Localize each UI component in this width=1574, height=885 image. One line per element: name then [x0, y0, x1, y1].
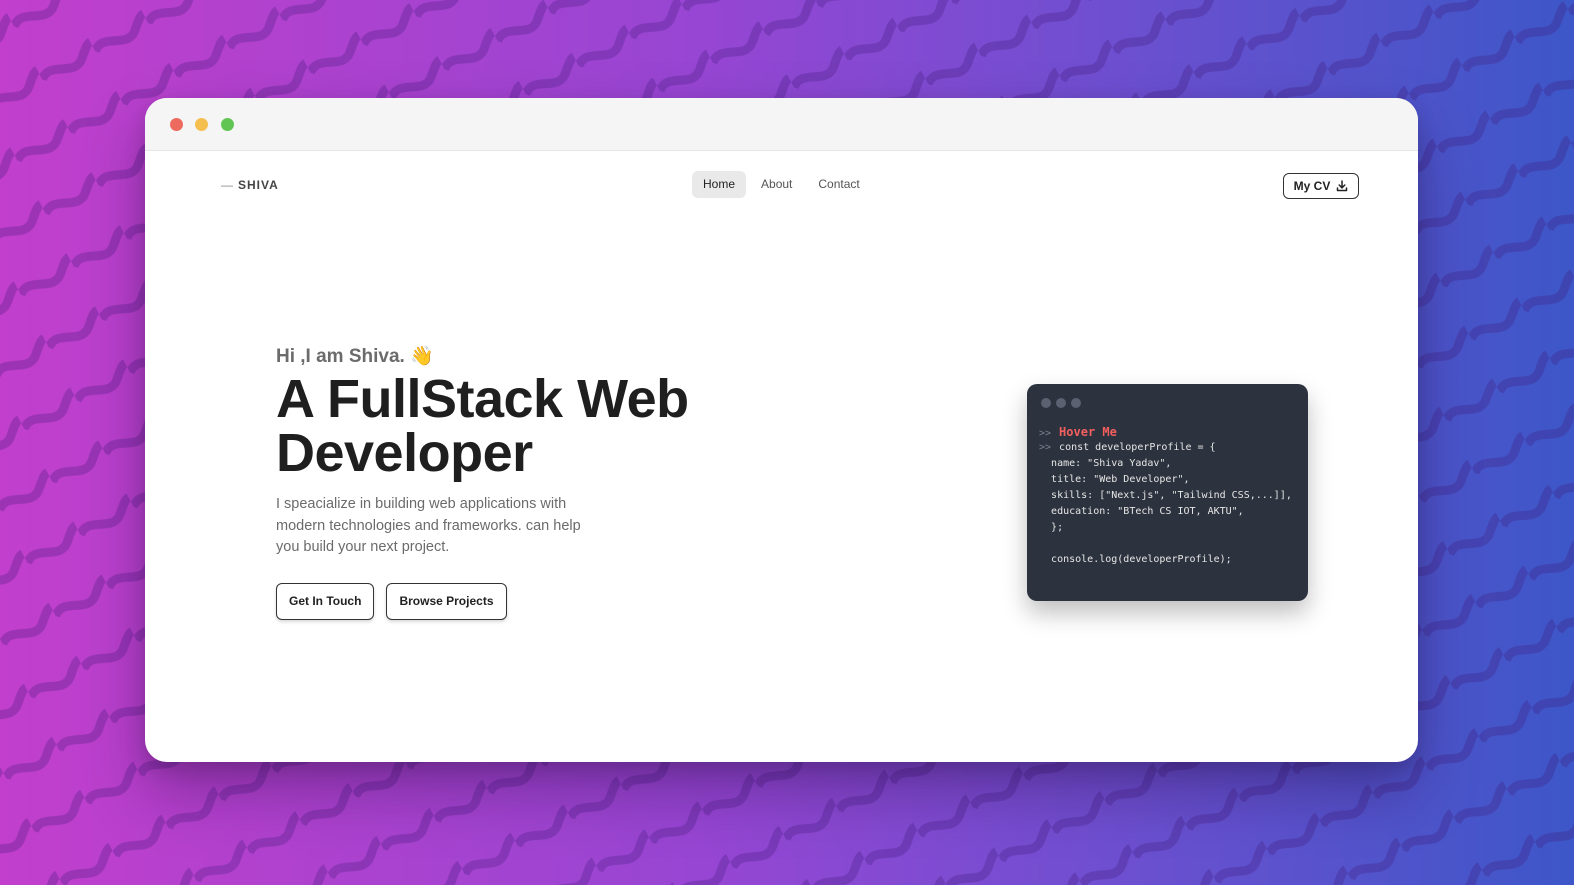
code-text: const developerProfile = { [1059, 442, 1216, 453]
code-text: skills: ["Next.js", "Tailwind CSS,...]], [1051, 490, 1292, 501]
code-text: title: "Web Developer", [1051, 474, 1190, 485]
hero-section: Hi ,I am Shiva. 👋 A FullStack Web Develo… [276, 344, 689, 620]
hero-headline: A FullStack Web Developer [276, 372, 689, 480]
headline-line-1: A FullStack Web [276, 369, 689, 429]
nav-menu: Home About Contact [692, 171, 871, 198]
my-cv-button[interactable]: My CV [1283, 173, 1359, 199]
hero-buttons: Get In Touch Browse Projects [276, 582, 689, 620]
logo-dash: — [221, 178, 234, 192]
code-text: name: "Shiva Yadav", [1051, 458, 1172, 469]
window-titlebar [145, 98, 1418, 151]
maximize-dot-icon[interactable] [221, 118, 234, 131]
terminal-dot-icon [1071, 398, 1081, 408]
minimize-dot-icon[interactable] [195, 118, 208, 131]
terminal-dot-icon [1056, 398, 1066, 408]
hover-me-label[interactable]: Hover Me [1059, 425, 1117, 439]
hero-greeting: Hi ,I am Shiva. 👋 [276, 346, 434, 367]
nav-item-home[interactable]: Home [692, 171, 747, 198]
code-block: >> Hover Me >> const developerProfile = { … [1039, 424, 1292, 568]
code-line: title: "Web Developer", [1039, 472, 1292, 488]
nav-item-contact[interactable]: Contact [807, 171, 870, 198]
headline-line-2: Developer [276, 423, 533, 483]
prompt-symbol: >> [1039, 442, 1052, 453]
code-line-hover: >> Hover Me [1039, 424, 1292, 440]
nav-item-about[interactable]: About [750, 171, 803, 198]
close-dot-icon[interactable] [170, 118, 183, 131]
code-line: name: "Shiva Yadav", [1039, 456, 1292, 472]
code-text: }; [1051, 522, 1064, 533]
code-text: console.log(developerProfile); [1051, 554, 1232, 565]
navbar: — SHIVA Home About Contact My CV [145, 151, 1418, 221]
browse-projects-button[interactable]: Browse Projects [386, 582, 507, 620]
code-line: >> const developerProfile = { [1039, 440, 1292, 456]
cv-button-label: My CV [1293, 179, 1331, 193]
code-terminal-card[interactable]: >> Hover Me >> const developerProfile = { … [1027, 384, 1308, 601]
code-line: }; [1039, 520, 1292, 536]
browser-window: — SHIVA Home About Contact My CV Hi ,I am… [145, 98, 1418, 762]
prompt-symbol: >> [1039, 428, 1052, 439]
download-icon [1337, 180, 1348, 192]
code-line: skills: ["Next.js", "Tailwind CSS,...]], [1039, 488, 1292, 504]
code-text: education: "BTech CS IOT, AKTU", [1051, 506, 1244, 517]
code-line: console.log(developerProfile); [1039, 552, 1292, 568]
hero-description: I speacialize in building web applicatio… [276, 496, 581, 555]
logo-text: SHIVA [238, 178, 279, 192]
terminal-dot-icon [1041, 398, 1051, 408]
site-logo[interactable]: — SHIVA [221, 178, 279, 192]
get-in-touch-button[interactable]: Get In Touch [276, 582, 375, 620]
code-line: education: "BTech CS IOT, AKTU", [1039, 504, 1292, 520]
terminal-dots [1041, 398, 1081, 408]
